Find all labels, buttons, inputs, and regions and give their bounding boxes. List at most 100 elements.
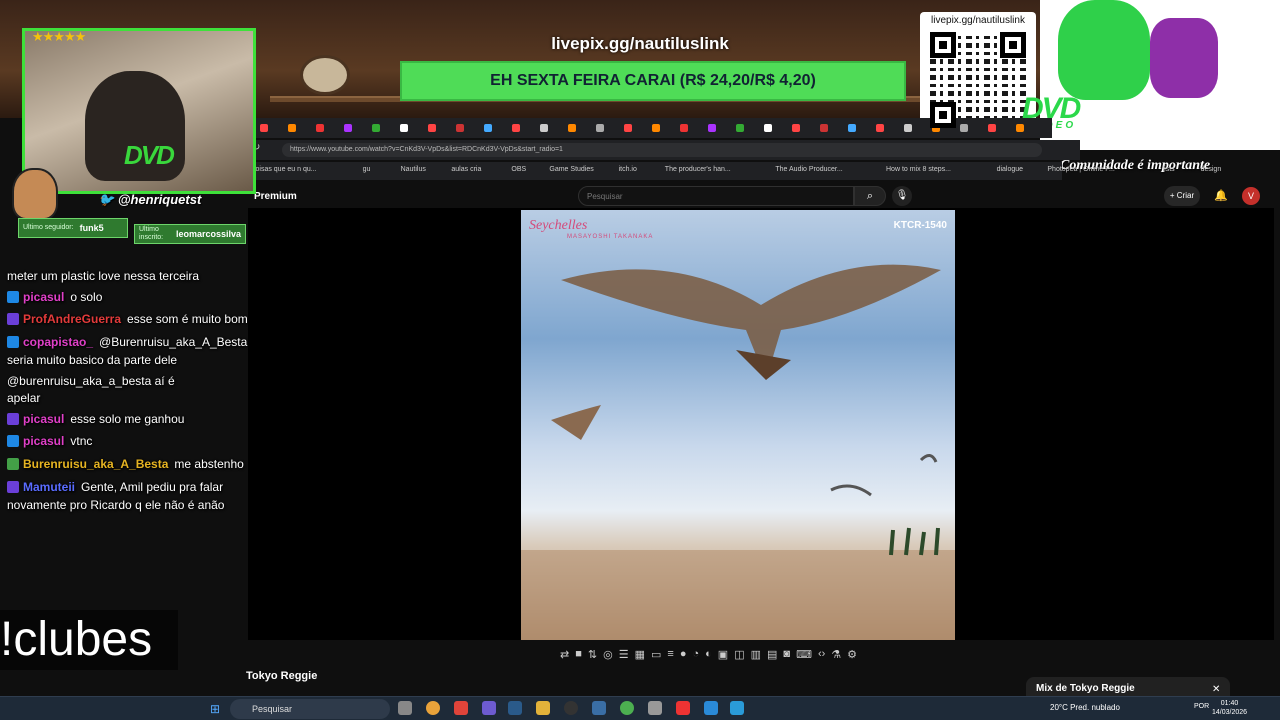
bookmark-item[interactable]: aulas cria [451, 166, 481, 173]
browser-tab[interactable] [484, 120, 510, 136]
bookmark-item[interactable]: gu [363, 166, 371, 173]
app-icon[interactable] [730, 701, 744, 715]
search-input[interactable]: Pesquisar [578, 186, 854, 206]
caption-icon[interactable]: ▣ [718, 648, 728, 661]
vivaldi-icon[interactable] [454, 701, 468, 715]
notifications-bell-icon[interactable]: 🔔 [1212, 186, 1230, 206]
browser-tab[interactable] [736, 120, 762, 136]
browser-tab[interactable] [428, 120, 454, 136]
app-icon[interactable] [648, 701, 662, 715]
rewind-icon[interactable]: ◫ [734, 648, 744, 661]
browser-tab[interactable] [456, 120, 482, 136]
windows-taskbar: ⊞ Pesquisar 20°C Pred. nublado POR 01:40… [0, 696, 1280, 720]
tab-favicon-icon [540, 124, 548, 132]
bookmark-item[interactable]: How to mix 8 steps... [886, 166, 951, 173]
task-view-icon[interactable] [398, 701, 412, 715]
youtube-premium-logo[interactable]: Premium [254, 191, 297, 202]
bookmark-item[interactable]: design [1201, 166, 1222, 173]
obs-icon[interactable] [564, 701, 578, 715]
tab-favicon-icon [456, 124, 464, 132]
browser-tab[interactable] [288, 120, 314, 136]
browser-tab[interactable] [820, 120, 846, 136]
tab-favicon-icon [736, 124, 744, 132]
browser-tab[interactable] [344, 120, 370, 136]
bookmark-item[interactable]: coisas que eu n qu... [252, 166, 317, 173]
close-icon[interactable]: ✕ [1212, 684, 1220, 695]
tab-favicon-icon [680, 124, 688, 132]
browser-tab[interactable] [400, 120, 426, 136]
steam-icon[interactable] [508, 701, 522, 715]
tab-favicon-icon [904, 124, 912, 132]
user-avatar[interactable]: V [1242, 187, 1260, 205]
bookmark-item[interactable]: itch.io [619, 166, 637, 173]
weather-widget[interactable]: 20°C Pred. nublado [1050, 703, 1120, 712]
discord-icon[interactable] [482, 701, 496, 715]
browser-tab[interactable] [848, 120, 874, 136]
browser-tab[interactable] [904, 120, 930, 136]
sort-icon[interactable]: ⇅ [588, 648, 597, 661]
clock[interactable]: 01:40 14/03/2026 [1212, 699, 1247, 717]
browser-tab[interactable] [372, 120, 398, 136]
browser-tab[interactable] [316, 120, 342, 136]
browser-icon[interactable] [620, 701, 634, 715]
loop-icon[interactable]: ⇄ [560, 648, 569, 661]
browser-tab[interactable] [960, 120, 986, 136]
keyboard-icon[interactable]: ⌨ [796, 648, 812, 661]
language-indicator[interactable]: POR [1194, 703, 1209, 710]
bookmark-item[interactable]: lists [1163, 166, 1175, 173]
browser-tab[interactable] [652, 120, 678, 136]
mic-button[interactable]: 🎙 [892, 186, 912, 206]
speed-icon[interactable]: ◔ [692, 648, 699, 660]
stop-icon[interactable]: ■ [575, 648, 582, 660]
settings-gear-icon[interactable]: ⚙ [847, 648, 857, 661]
search-icon: ⌕ [866, 190, 874, 202]
browser-tab[interactable] [568, 120, 594, 136]
browser-tab[interactable] [540, 120, 566, 136]
chat-text: novamente pro Ricardo q ele não é anão [7, 498, 225, 512]
chrome-icon[interactable] [426, 701, 440, 715]
camera-icon[interactable]: ◙ [783, 648, 790, 660]
browser-tab[interactable] [512, 120, 538, 136]
audio-icon[interactable]: ◎ [603, 648, 613, 661]
bookmark-item[interactable]: Nautilus [401, 166, 426, 173]
bookmark-item[interactable]: The producer's han... [665, 166, 731, 173]
record-icon[interactable]: ● [680, 648, 687, 660]
browser-tab[interactable] [876, 120, 902, 136]
browser-tab[interactable] [260, 120, 286, 136]
bookmark-item[interactable]: dialogue [997, 166, 1023, 173]
bookmark-item[interactable]: Game Studies [549, 166, 593, 173]
volume-icon[interactable]: ◐ [705, 648, 712, 660]
create-button[interactable]: + Criar [1164, 186, 1200, 206]
browser-tab[interactable] [624, 120, 650, 136]
tab-favicon-icon [960, 124, 968, 132]
search-button[interactable]: ⌕ [854, 186, 886, 206]
folder-icon[interactable] [536, 701, 550, 715]
bookmark-item[interactable]: The Audio Producer... [775, 166, 842, 173]
film-icon[interactable]: ▦ [635, 648, 645, 661]
browser-tab[interactable] [1016, 120, 1042, 136]
youtube-music-icon[interactable] [676, 701, 690, 715]
bookmark-item[interactable]: Photopea | Online P... [1047, 166, 1114, 173]
browser-tab[interactable] [596, 120, 622, 136]
browser-tab[interactable] [792, 120, 818, 136]
rating-stars: ★★★★★ [32, 29, 86, 44]
app-icon[interactable] [704, 701, 718, 715]
windows-start-icon[interactable]: ⊞ [210, 702, 220, 716]
browser-tab[interactable] [764, 120, 790, 136]
browser-tab[interactable] [988, 120, 1014, 136]
app-icon[interactable] [592, 701, 606, 715]
screen-icon[interactable]: ▭ [651, 648, 661, 661]
url-field[interactable]: https://www.youtube.com/watch?v=CnKd3V-V… [282, 143, 1042, 157]
browser-tab[interactable] [708, 120, 734, 136]
tab-favicon-icon [428, 124, 436, 132]
browser-tab[interactable] [680, 120, 706, 136]
video-title[interactable]: Tokyo Reggie [246, 670, 317, 682]
columns-icon[interactable]: ▥ [751, 648, 761, 661]
stack-icon[interactable]: ≡ [667, 648, 673, 660]
flask-icon[interactable]: ⚗ [831, 648, 841, 661]
taskbar-search[interactable]: Pesquisar [230, 699, 390, 719]
bookmark-item[interactable]: OBS [511, 166, 526, 173]
playlist-icon[interactable]: ☰ [619, 648, 629, 661]
grid-icon[interactable]: ▤ [767, 648, 777, 661]
code-icon[interactable]: ‹› [818, 648, 825, 660]
